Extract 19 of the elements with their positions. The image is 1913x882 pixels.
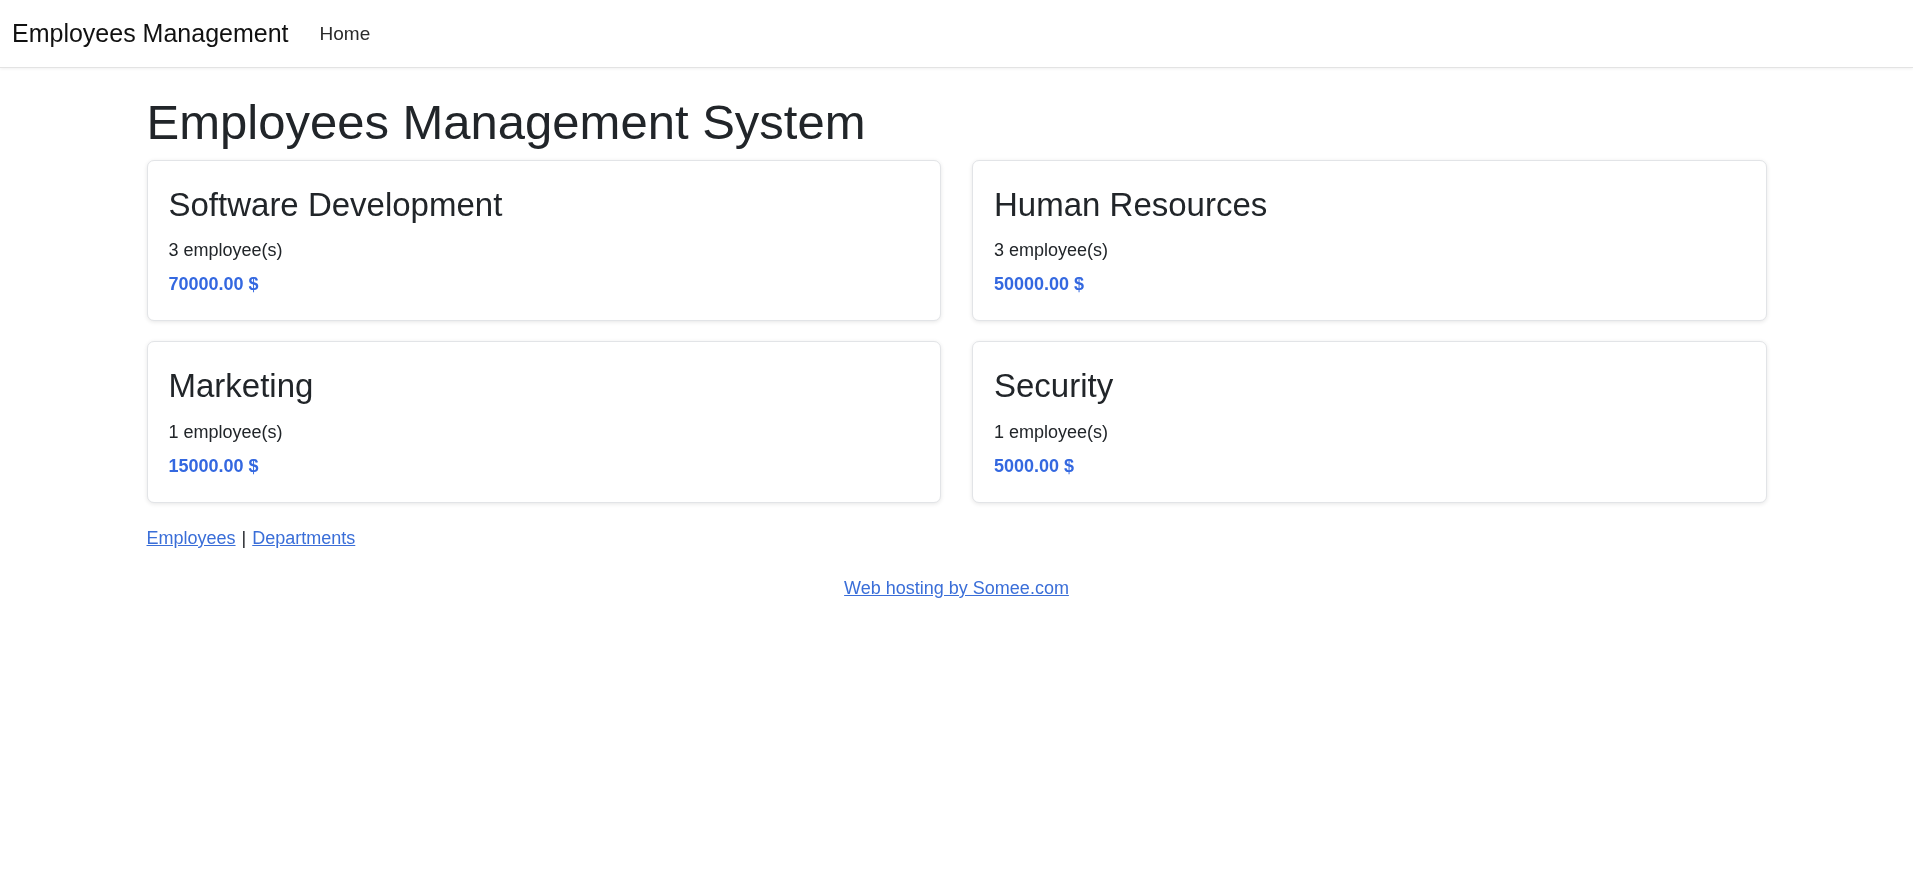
salary-amount: 15000.00 $ (168, 455, 260, 478)
employee-count: 3 employee(s) (994, 239, 1110, 263)
page-title: Employees Management System (146, 94, 867, 151)
department-name: Human Resources (994, 184, 1269, 225)
employee-count: 1 employee(s) (168, 421, 284, 444)
department-name: Marketing (168, 366, 315, 406)
link-separator: | (241, 527, 247, 550)
employee-count: 3 employee(s) (168, 239, 284, 263)
salary-amount: 50000.00 $ (994, 273, 1086, 297)
salary-amount: 70000.00 $ (168, 273, 260, 297)
salary-amount: 5000.00 $ (994, 455, 1076, 478)
hosting-link[interactable]: Web hosting by Somee.com (844, 575, 1069, 602)
department-name: Software Development (168, 184, 504, 225)
departments-link[interactable]: Departments (252, 525, 356, 552)
department-name: Security (994, 366, 1115, 406)
brand-link[interactable]: Employees Management (12, 21, 289, 46)
employee-count: 1 employee(s) (994, 421, 1110, 444)
employees-link[interactable]: Employees (146, 525, 236, 552)
nav-link[interactable]: Home (319, 24, 371, 43)
